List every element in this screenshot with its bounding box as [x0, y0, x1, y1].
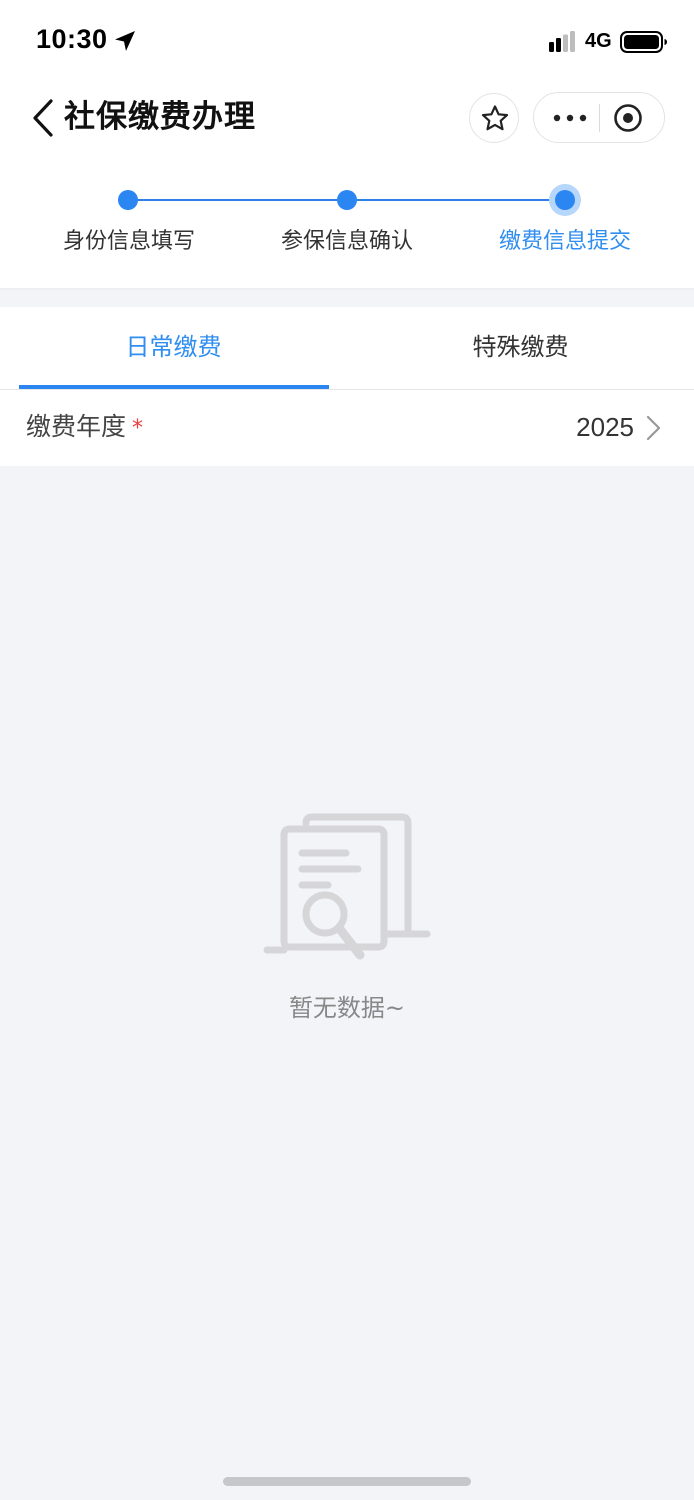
empty-state-text: 暂无数据~	[288, 994, 406, 1022]
status-time: 10:30	[36, 24, 108, 54]
required-mark: *	[132, 416, 144, 441]
target-icon[interactable]	[612, 102, 644, 134]
payment-tabs: 日常缴费 特殊缴费	[0, 307, 694, 390]
battery-icon	[620, 31, 667, 53]
step-dot-2	[337, 190, 357, 210]
step-dot-1	[118, 190, 138, 210]
page-title: 社保缴费办理	[64, 99, 256, 135]
empty-document-search-icon	[263, 813, 431, 960]
tab-daily-payment[interactable]: 日常缴费	[0, 307, 347, 389]
payment-year-label: 缴费年度 *	[26, 412, 144, 441]
location-arrow-icon	[115, 31, 135, 51]
step-dot-3	[549, 184, 581, 216]
chevron-right-icon	[646, 415, 661, 441]
network-type: 4G	[585, 30, 612, 52]
payment-year-value: 2025	[576, 412, 634, 442]
tab-special-payment[interactable]: 特殊缴费	[347, 307, 694, 389]
capsule-divider	[599, 104, 600, 132]
more-icon[interactable]	[552, 105, 590, 131]
favorite-button[interactable]	[469, 93, 519, 143]
home-indicator[interactable]	[223, 1477, 471, 1486]
step-label-2: 参保信息确认	[280, 229, 413, 254]
header-area: 10:30 4G 社保缴费办理 身份信息填写 参保信息确认 缴费信息提交	[0, 0, 694, 290]
step-label-3: 缴费信息提交	[498, 229, 631, 254]
signal-icon	[549, 31, 575, 52]
tab-active-indicator	[19, 385, 329, 389]
step-label-1: 身份信息填写	[62, 229, 195, 254]
back-icon[interactable]	[30, 98, 56, 138]
mini-program-capsule	[533, 92, 665, 143]
star-icon	[481, 105, 509, 131]
payment-year-row[interactable]: 缴费年度 * 2025	[0, 390, 694, 466]
